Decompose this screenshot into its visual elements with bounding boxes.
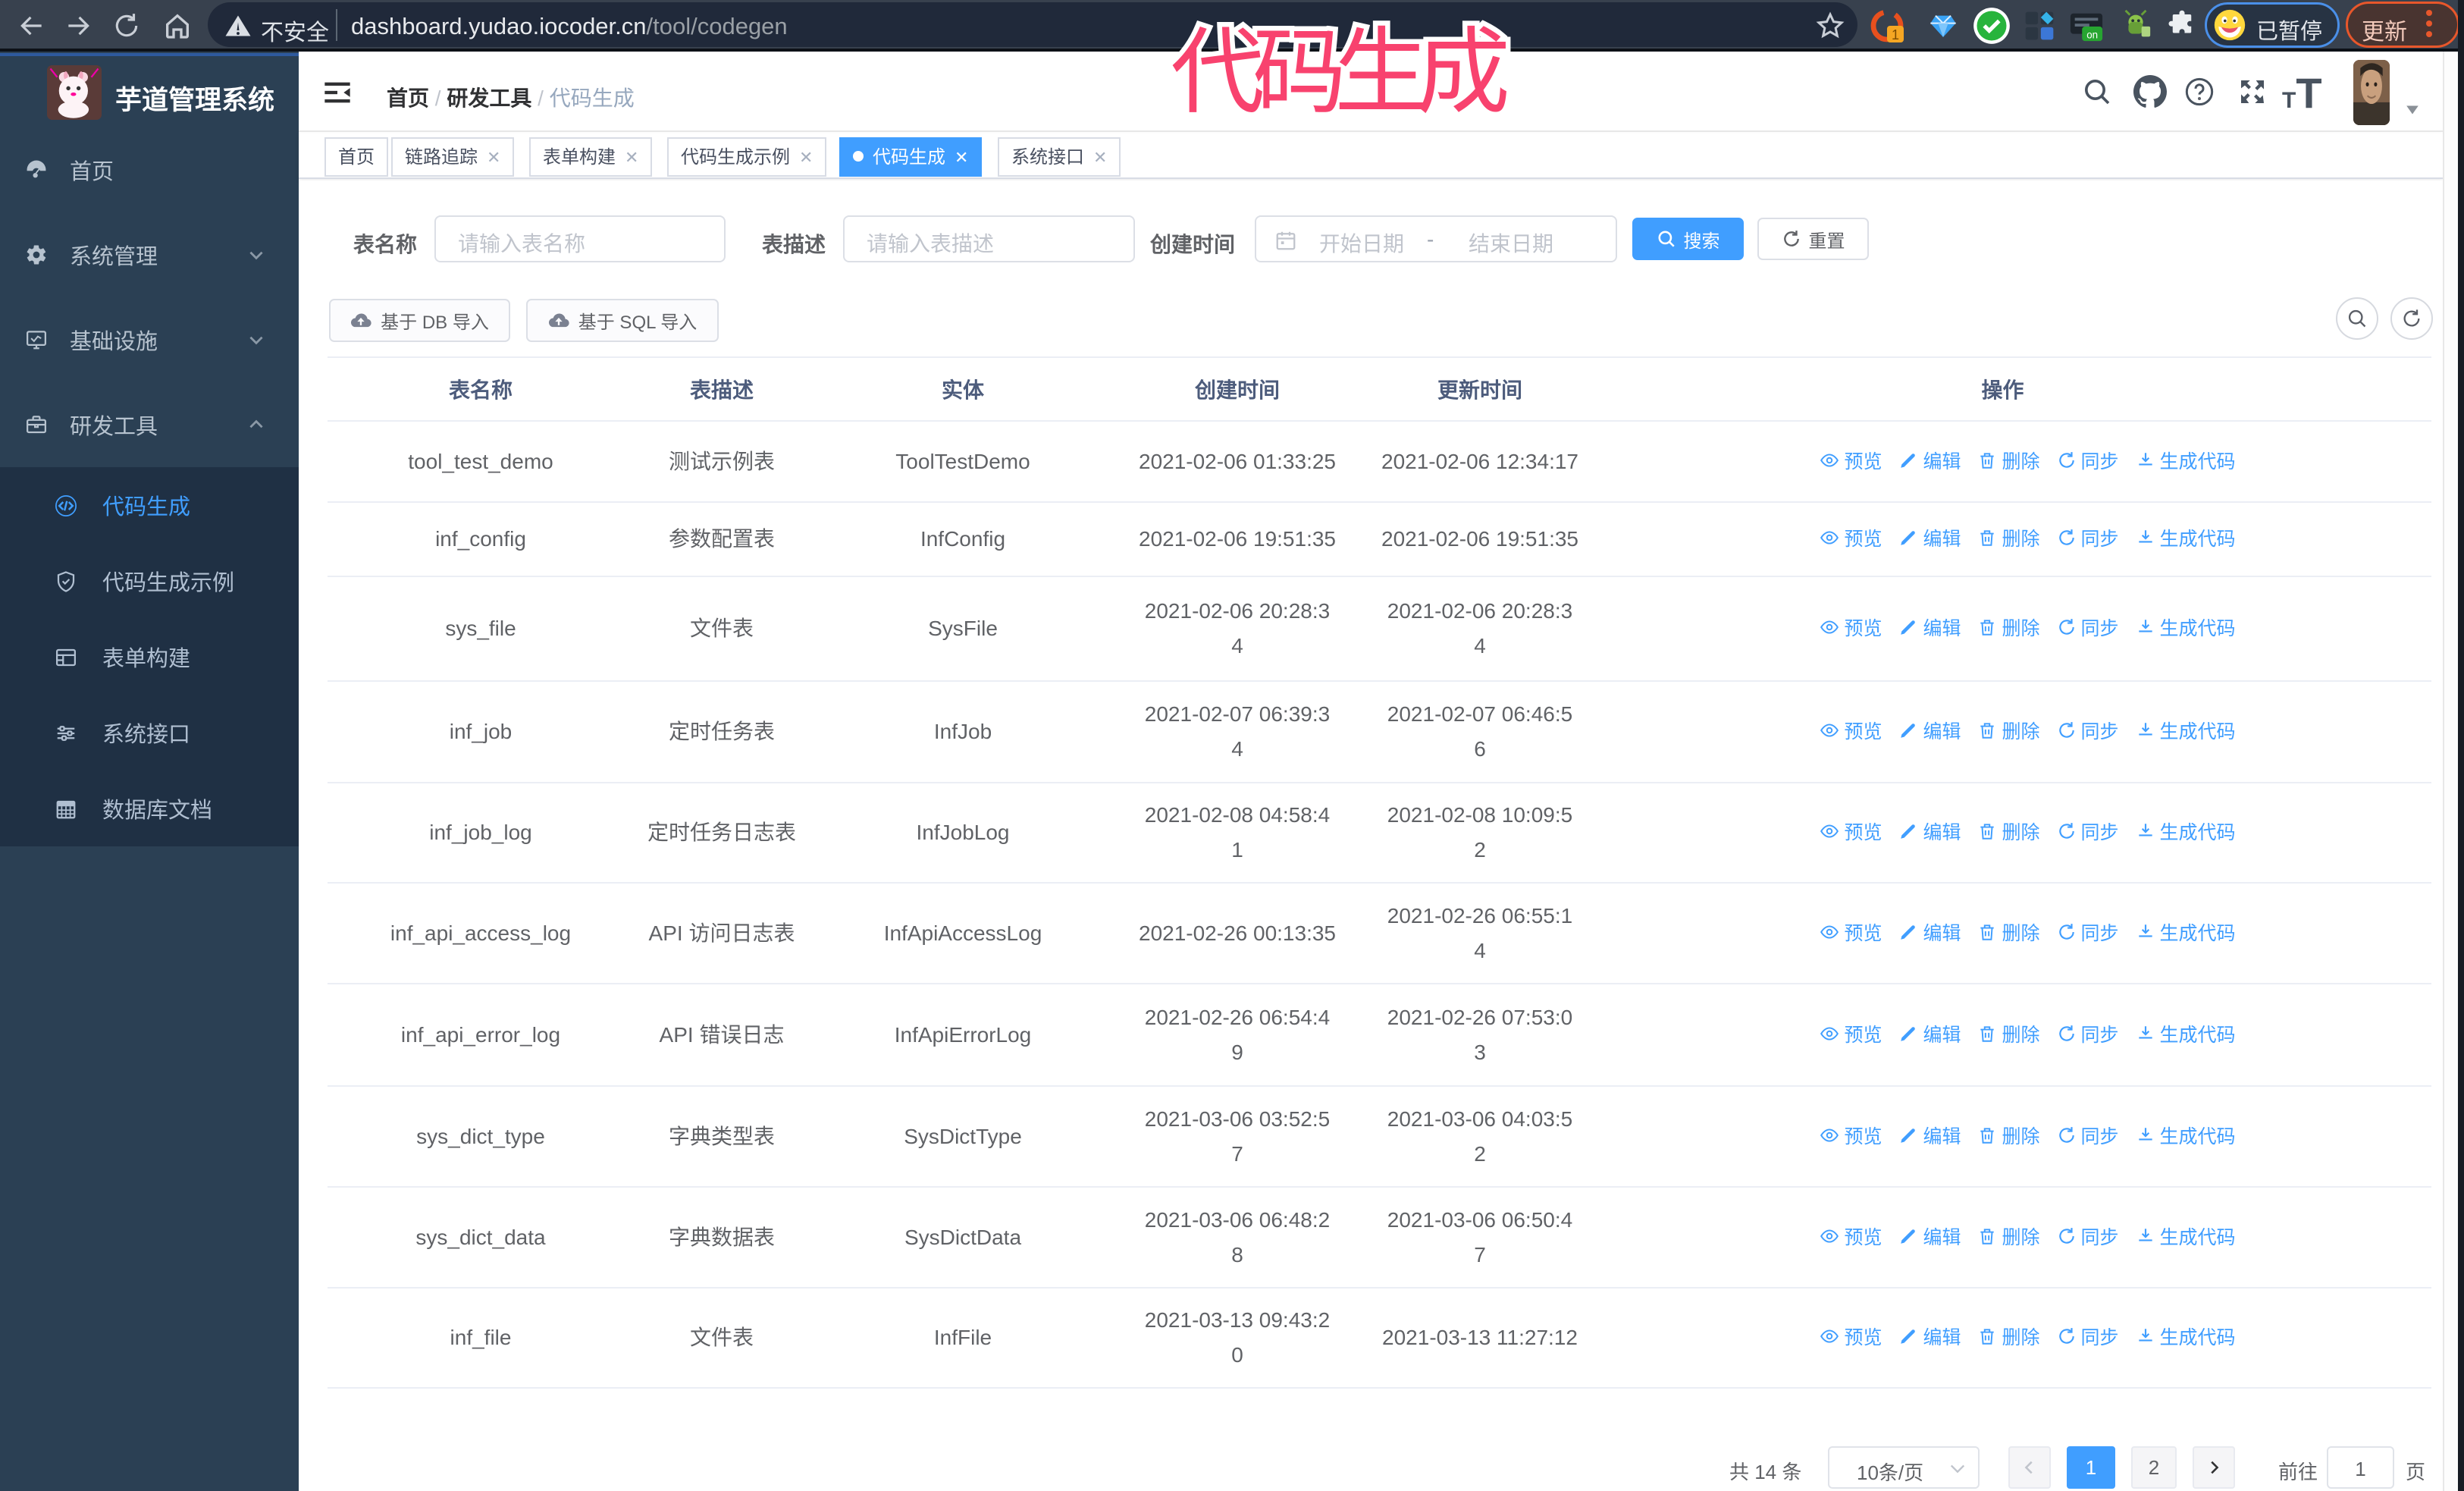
svg-text:1: 1 (1892, 27, 1899, 42)
svg-text:on: on (2086, 29, 2098, 40)
